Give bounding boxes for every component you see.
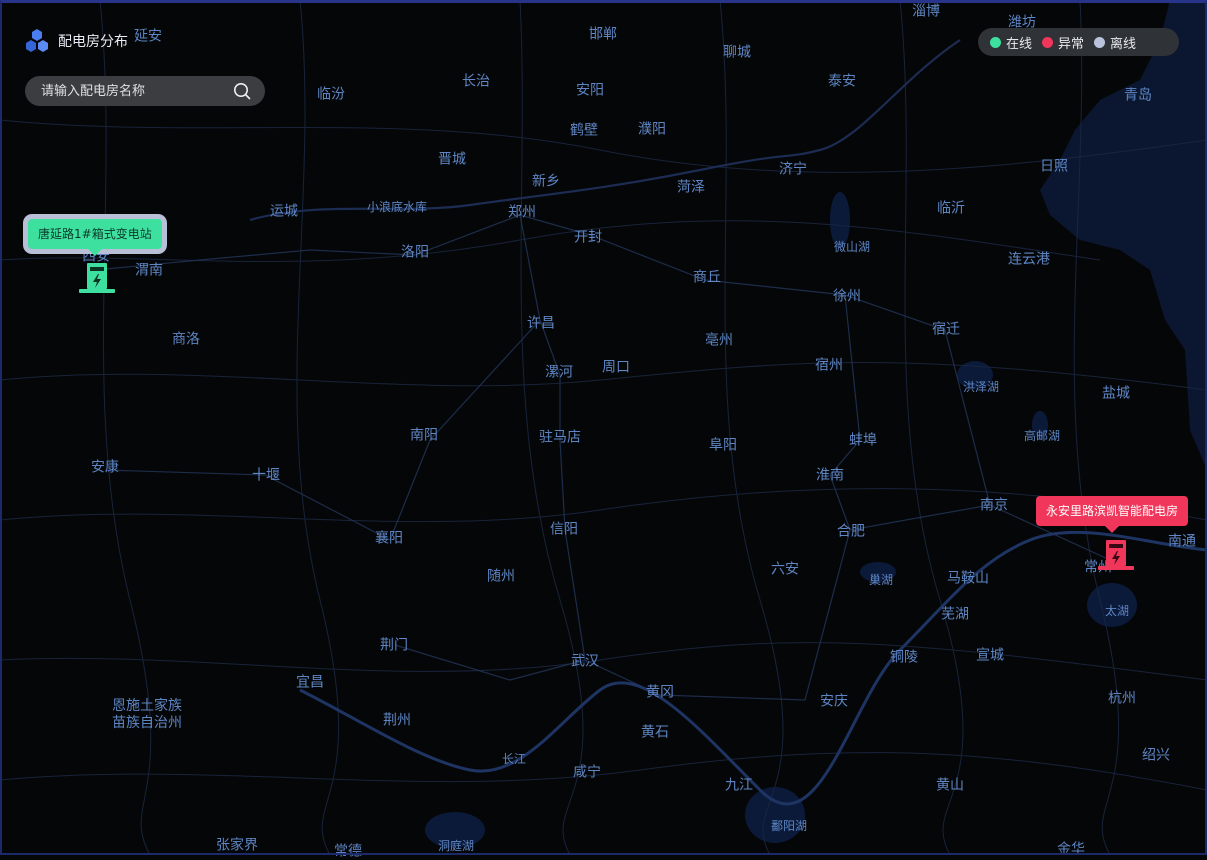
city-label: 临汾 [317,86,345,103]
city-label: 宣城 [976,647,1004,664]
city-label: 铜陵 [890,649,918,666]
city-label: 淮南 [816,467,844,484]
city-label: 太湖 [1104,603,1130,618]
city-label: 驻马店 [539,429,581,446]
power-station-marker-icon[interactable] [1097,539,1135,571]
city-label: 安康 [91,459,119,476]
page-title: 配电房分布 [58,34,128,50]
city-label: 荆门 [380,637,408,654]
city-label: 盐城 [1102,385,1130,402]
search-bar [25,76,265,106]
abnormal-dot-icon [1042,36,1054,48]
city-label: 运城 [270,203,298,220]
station-tooltip-abnormal[interactable]: 永安里路滨凯智能配电房 [1036,496,1189,533]
legend-label: 异常 [1058,36,1085,52]
city-label: 延安 [134,28,162,45]
city-label: 信阳 [550,521,578,538]
city-label: 芜湖 [941,606,969,623]
city-label: 咸宁 [573,764,601,781]
legend-item-offline[interactable]: 离线 [1094,33,1136,52]
city-label: 马鞍山 [947,570,989,587]
city-label: 小浪底水库 [366,199,428,214]
city-label: 漯河 [545,364,573,381]
city-label: 淄博 [912,3,940,20]
city-label: 恩施土家族 苗族自治州 [112,698,182,731]
status-legend: 在线 异常 离线 [978,28,1179,56]
city-label: 洞庭湖 [437,838,475,853]
search-icon[interactable] [233,82,251,100]
search-input[interactable] [39,82,233,100]
city-label: 阜阳 [709,437,737,454]
city-label: 安阳 [576,82,604,99]
city-label: 新乡 [532,173,560,190]
city-label: 南阳 [410,427,438,444]
hexagon-logo-icon [26,29,48,52]
city-label: 商丘 [693,269,721,286]
city-label: 宿州 [815,357,843,374]
city-label: 临沂 [937,200,965,217]
city-label: 南京 [980,497,1008,514]
legend-label: 离线 [1110,36,1137,52]
city-label: 洪泽湖 [962,379,1000,394]
city-label: 黄冈 [646,684,674,701]
city-label: 张家界 [216,837,258,854]
city-label: 高邮湖 [1023,428,1061,443]
city-label: 青岛 [1124,87,1152,104]
city-label: 日照 [1040,158,1068,175]
city-label: 黄山 [936,777,964,794]
city-label: 荆州 [383,712,411,729]
city-label: 十堰 [252,467,280,484]
city-label: 菏泽 [677,179,705,196]
city-label: 微山湖 [833,239,871,254]
city-label: 长治 [462,73,490,90]
city-label: 亳州 [705,332,733,349]
power-station-marker-icon[interactable] [78,262,116,294]
city-label: 蚌埠 [849,432,877,449]
city-label: 黄石 [641,724,669,741]
city-label: 商洛 [172,331,200,348]
city-label: 济宁 [779,161,807,178]
city-label: 金华 [1057,841,1085,858]
city-label: 洛阳 [401,244,429,261]
city-label: 邯郸 [589,26,617,43]
legend-item-abnormal[interactable]: 异常 [1042,33,1084,52]
online-dot-icon [990,36,1001,48]
city-label: 常德 [334,843,362,860]
city-label: 徐州 [833,288,861,305]
city-label: 合肥 [837,523,865,540]
city-label: 宿迁 [932,321,960,338]
city-label: 濮阳 [638,121,666,138]
city-label: 长江 [501,751,527,766]
city-label: 渭南 [135,262,163,279]
city-label: 随州 [487,568,515,585]
city-label: 泰安 [828,73,856,90]
city-label: 武汉 [571,653,599,670]
city-label: 六安 [771,561,799,578]
station-tooltip-online[interactable]: 唐延路1#箱式变电站 [28,219,162,256]
city-label: 开封 [574,229,602,246]
city-label: 鹤壁 [570,122,598,139]
city-label: 绍兴 [1142,747,1170,764]
city-label: 鄱阳湖 [770,818,808,833]
city-label: 杭州 [1108,690,1136,707]
city-label: 安庆 [820,693,848,710]
offline-dot-icon [1094,36,1106,48]
legend-label: 在线 [1006,36,1033,52]
city-label: 南通 [1168,533,1196,550]
city-label: 许昌 [527,315,555,332]
city-label: 晋城 [438,151,466,168]
city-label: 九江 [725,777,753,794]
lake-poyang [745,787,805,843]
city-label: 巢湖 [868,572,894,587]
city-label: 郑州 [508,204,536,221]
city-label: 襄阳 [375,530,403,547]
city-label: 聊城 [723,44,751,61]
legend-item-online[interactable]: 在线 [990,33,1032,52]
city-label: 连云港 [1008,251,1050,268]
page-header: 配电房分布 [24,28,128,54]
city-label: 宜昌 [296,674,324,691]
city-label: 周口 [602,359,630,376]
